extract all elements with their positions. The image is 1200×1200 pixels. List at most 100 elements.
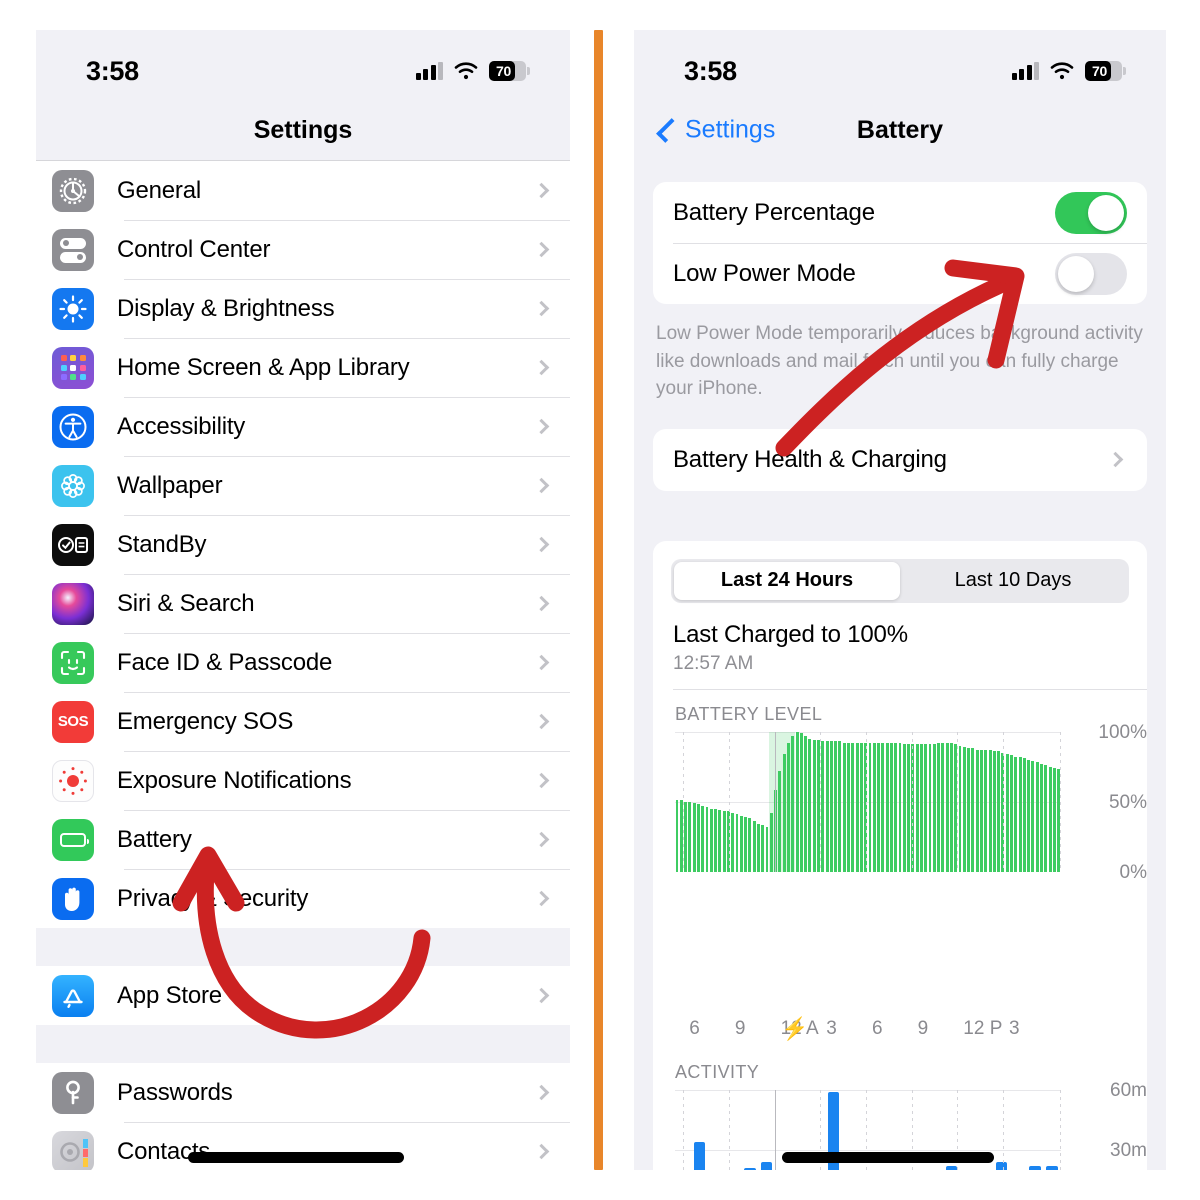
battery-level-x-axis: 6 9 12 A 3 6 9 12 P 3 ⚡ — [675, 1014, 1061, 1048]
battery-usage-card: Last 24 Hours Last 10 Days Last Charged … — [653, 540, 1147, 1170]
chart-bar — [769, 812, 773, 872]
battery-toggles-card: Battery Percentage Low Power Mode — [653, 182, 1147, 304]
battery-health-row[interactable]: Battery Health & Charging — [653, 429, 1147, 491]
chart-bar — [1022, 758, 1026, 872]
low-power-mode-row[interactable]: Low Power Mode — [653, 243, 1147, 304]
activity-y-axis: 60m 30m 0m — [1110, 1079, 1147, 1161]
last-charged-title: Last Charged to 100% — [673, 620, 908, 648]
row-label: StandBy — [117, 530, 207, 558]
chevron-right-icon — [533, 1084, 550, 1101]
chart-bar — [898, 742, 902, 872]
key-icon — [52, 1071, 94, 1114]
row-label: Exposure Notifications — [117, 766, 352, 794]
chart-bar — [847, 742, 850, 872]
chart-bar — [937, 742, 941, 872]
sidebar-item-display-brightness[interactable]: Display & Brightness — [36, 279, 570, 338]
axis-tick-line — [774, 731, 776, 872]
row-label: Privacy & Security — [117, 884, 309, 912]
left-phone-panel: 3:58 70 Settings General Control Center … — [36, 30, 570, 1170]
chart-bar — [889, 742, 893, 872]
row-label: Wallpaper — [117, 471, 223, 499]
wifi-icon — [454, 62, 478, 80]
sidebar-item-app-store[interactable]: App Store — [36, 966, 570, 1025]
sidebar-item-battery[interactable]: Battery — [36, 810, 570, 869]
gear-icon — [52, 169, 94, 212]
axis-tick-line — [1060, 731, 1061, 872]
sidebar-item-wallpaper[interactable]: Wallpaper — [36, 456, 570, 515]
time-range-segmented-control[interactable]: Last 24 Hours Last 10 Days — [671, 558, 1129, 603]
segment-last-24-hours[interactable]: Last 24 Hours — [674, 561, 900, 600]
chart-bar — [1031, 761, 1035, 872]
chart-bar — [739, 815, 743, 872]
chart-bar — [902, 744, 906, 872]
chevron-right-icon — [533, 477, 550, 494]
row-label: Accessibility — [117, 412, 246, 440]
low-power-mode-toggle[interactable] — [1055, 252, 1127, 295]
sidebar-item-home-screen[interactable]: Home Screen & App Library — [36, 338, 570, 397]
screenshot-canvas: 3:58 70 Settings General Control Center … — [0, 0, 1200, 1200]
nav-bar-right: Settings Battery — [634, 100, 1166, 160]
chevron-right-icon — [1107, 451, 1124, 468]
chart-bar — [967, 748, 971, 872]
sidebar-item-siri-search[interactable]: Siri & Search — [36, 574, 570, 633]
segment-last-10-days[interactable]: Last 10 Days — [900, 562, 1126, 600]
chart-bar — [791, 735, 795, 872]
x-tick-label: 3 — [826, 1017, 837, 1039]
chart-bar — [1018, 756, 1022, 872]
sidebar-item-exposure-notifications[interactable]: Exposure Notifications — [36, 751, 570, 810]
chart-bar — [997, 751, 1001, 872]
chart-bar — [821, 741, 825, 872]
sidebar-item-face-id[interactable]: Face ID & Passcode — [36, 633, 570, 692]
chart-bar — [787, 742, 790, 872]
chart-bar — [975, 749, 979, 872]
battery-percent-text: 70 — [1092, 63, 1107, 79]
chart-bar — [731, 812, 735, 872]
row-label: Passwords — [117, 1078, 233, 1106]
chart-bar — [995, 1161, 1008, 1170]
sidebar-item-emergency-sos[interactable]: SOS Emergency SOS — [36, 692, 570, 751]
battery-percentage-toggle[interactable] — [1055, 191, 1127, 234]
low-power-mode-description: Low Power Mode temporarily reduces backg… — [656, 323, 1143, 400]
chart-bar — [834, 741, 838, 872]
home-indicator-left — [188, 1152, 404, 1163]
axis-tick-line — [774, 1089, 776, 1170]
chart-bar — [693, 1141, 706, 1170]
back-button[interactable]: Settings — [656, 116, 775, 145]
status-clock: 3:58 — [684, 55, 737, 86]
cellular-bars-icon — [1011, 62, 1039, 80]
chevron-right-icon — [533, 536, 550, 553]
chart-bar — [1014, 756, 1018, 872]
sidebar-item-general[interactable]: General — [36, 161, 570, 220]
toggle-label: Battery Percentage — [673, 198, 875, 226]
chart-bar — [1044, 765, 1048, 872]
chevron-left-icon — [656, 117, 681, 143]
chart-bar — [1048, 766, 1052, 872]
sidebar-item-control-center[interactable]: Control Center — [36, 220, 570, 279]
chart-bar — [808, 738, 812, 872]
row-label: Emergency SOS — [117, 707, 294, 735]
row-label: Home Screen & App Library — [117, 353, 410, 381]
chart-bar — [958, 745, 962, 872]
chart-bar — [799, 733, 803, 872]
link-label: Battery Health & Charging — [673, 445, 947, 473]
row-label: Display & Brightness — [117, 294, 335, 322]
sidebar-item-accessibility[interactable]: Accessibility — [36, 397, 570, 456]
chevron-right-icon — [533, 831, 550, 848]
battery-level-y-axis: 100% 50% 0% — [1098, 721, 1147, 883]
settings-scroll-area[interactable]: General Control Center Display & Brightn… — [36, 161, 570, 1170]
chart-bar — [778, 770, 782, 872]
axis-tick-line — [728, 731, 730, 872]
chart-bar — [804, 735, 808, 872]
battery-percentage-row[interactable]: Battery Percentage — [653, 182, 1147, 243]
row-label: Control Center — [117, 235, 271, 263]
chart-bar — [782, 754, 786, 872]
sidebar-item-privacy-security[interactable]: Privacy & Security — [36, 869, 570, 928]
chart-bar — [984, 749, 988, 872]
row-label: Battery — [117, 825, 192, 853]
sidebar-item-passwords[interactable]: Passwords — [36, 1063, 570, 1122]
row-label: General — [117, 176, 201, 204]
chart-bar — [950, 742, 953, 872]
sidebar-item-standby[interactable]: StandBy — [36, 515, 570, 574]
chart-bar — [907, 744, 911, 872]
